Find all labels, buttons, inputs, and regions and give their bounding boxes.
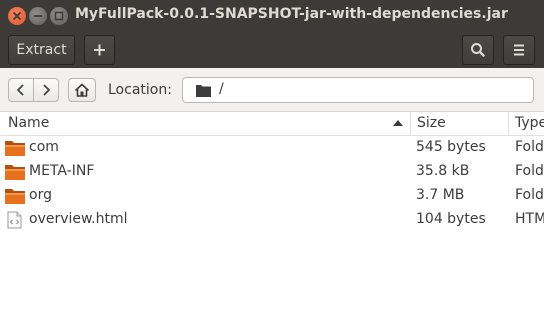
location-label: Location: bbox=[108, 82, 172, 98]
minimize-icon bbox=[33, 15, 43, 17]
menu-button[interactable] bbox=[503, 35, 535, 65]
list-item[interactable]: overview.html 104 bytes HTML bbox=[0, 208, 544, 232]
folder-icon bbox=[196, 85, 211, 97]
column-type-label: Type bbox=[515, 115, 544, 131]
file-type: Folder bbox=[515, 139, 544, 155]
chevron-right-icon bbox=[43, 84, 51, 96]
file-name: org bbox=[29, 187, 52, 203]
chevron-left-icon bbox=[16, 84, 24, 96]
column-name-label: Name bbox=[8, 115, 50, 131]
maximize-window-button[interactable] bbox=[50, 7, 68, 25]
close-window-button[interactable] bbox=[8, 7, 26, 25]
title-bar: MyFullPack-0.0.1-SNAPSHOT-jar-with-depen… bbox=[0, 0, 544, 32]
column-size-header[interactable]: Size bbox=[411, 112, 509, 136]
add-files-button[interactable] bbox=[84, 35, 115, 65]
file-type: Folder bbox=[515, 163, 544, 179]
search-icon bbox=[471, 43, 485, 57]
minimize-window-button[interactable] bbox=[29, 7, 47, 25]
file-type: HTML bbox=[515, 211, 544, 227]
home-button[interactable] bbox=[68, 78, 96, 102]
file-size: 545 bytes bbox=[416, 139, 486, 155]
file-name: overview.html bbox=[29, 211, 128, 227]
file-name: META-INF bbox=[29, 163, 95, 179]
window-title: MyFullPack-0.0.1-SNAPSHOT-jar-with-depen… bbox=[75, 6, 508, 22]
column-type-header[interactable]: Type bbox=[509, 112, 544, 136]
file-list: com 545 bytes Folder META-INF 35.8 kB Fo… bbox=[0, 136, 544, 232]
home-icon bbox=[74, 83, 90, 97]
list-item[interactable]: com 545 bytes Folder bbox=[0, 136, 544, 160]
file-name: com bbox=[29, 139, 59, 155]
folder-icon bbox=[5, 141, 25, 156]
list-item[interactable]: org 3.7 MB Folder bbox=[0, 184, 544, 208]
close-icon bbox=[13, 12, 21, 20]
plus-icon bbox=[94, 44, 105, 56]
maximize-icon bbox=[54, 11, 64, 21]
sort-ascending-icon bbox=[393, 120, 403, 126]
search-button[interactable] bbox=[462, 35, 494, 65]
extract-button[interactable]: Extract bbox=[8, 35, 75, 65]
location-bar: Location: / bbox=[0, 68, 544, 112]
column-size-label: Size bbox=[417, 115, 446, 131]
back-button[interactable] bbox=[8, 78, 34, 102]
column-header: Name Size Type bbox=[0, 112, 544, 136]
column-name-header[interactable]: Name bbox=[0, 112, 411, 136]
location-field[interactable]: / bbox=[182, 77, 534, 103]
folder-icon bbox=[5, 189, 25, 204]
header-bar: Extract bbox=[0, 32, 544, 68]
html-file-icon bbox=[7, 211, 22, 229]
file-size: 3.7 MB bbox=[416, 187, 465, 203]
location-path: / bbox=[219, 81, 224, 97]
hamburger-menu-icon bbox=[514, 44, 524, 56]
forward-button[interactable] bbox=[33, 78, 59, 102]
file-size: 35.8 kB bbox=[416, 163, 470, 179]
file-size: 104 bytes bbox=[416, 211, 486, 227]
file-type: Folder bbox=[515, 187, 544, 203]
folder-icon bbox=[5, 165, 25, 180]
list-item[interactable]: META-INF 35.8 kB Folder bbox=[0, 160, 544, 184]
